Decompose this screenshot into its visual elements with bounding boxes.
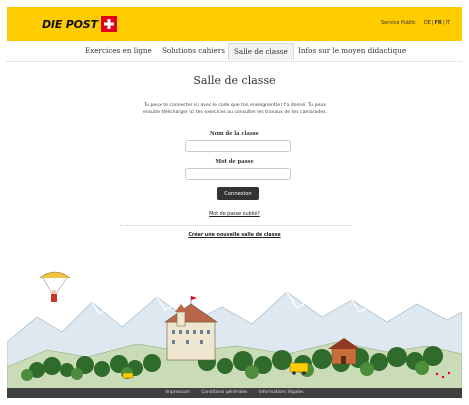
top-bar: DIE POST Service Public DE | FR | IT — [7, 7, 462, 41]
page-title: Salle de classe — [193, 74, 276, 87]
utility-links: Service Public DE | FR | IT — [381, 20, 450, 26]
intro-line-1: Tu peux te connecter ici avec le code qu… — [144, 103, 326, 108]
impressum-link[interactable]: Impressum — [165, 390, 189, 395]
footer-links: Impressum Conditions générales Informati… — [7, 390, 462, 395]
service-public-link[interactable]: Service Public — [381, 20, 416, 26]
lang-it[interactable]: IT — [445, 20, 450, 26]
nav-salle-de-classe[interactable]: Salle de classe — [228, 43, 294, 60]
lang-separator: | — [442, 20, 445, 26]
page: DIE POST Service Public DE | FR | IT Exe… — [7, 7, 462, 398]
legal-info-link[interactable]: Informations légales — [259, 390, 304, 395]
swiss-cross-icon — [100, 16, 117, 32]
lang-de[interactable]: DE — [424, 20, 431, 26]
post-logo[interactable]: DIE POST — [42, 15, 117, 33]
password-input[interactable] — [185, 168, 291, 180]
paraglider — [39, 271, 71, 302]
lang-separator: | — [431, 20, 434, 26]
logo-text: DIE POST — [42, 17, 98, 31]
footer: Impressum Conditions générales Informati… — [7, 388, 462, 398]
conditions-link[interactable]: Conditions générales — [201, 390, 247, 395]
class-name-input[interactable] — [185, 140, 291, 152]
password-label: Mot de passe — [215, 159, 254, 165]
intro-line-2: ensuite télécharger ici tes exercices ou… — [143, 110, 327, 115]
class-name-label: Nom de la classe — [209, 131, 259, 137]
castle — [164, 296, 218, 361]
nav-solutions[interactable]: Solutions cahiers — [162, 46, 225, 55]
landscape-illustration — [7, 271, 462, 391]
login-button[interactable]: Connexion — [217, 187, 259, 200]
create-class-link[interactable]: Créer une nouvelle salle de classe — [7, 233, 462, 238]
lang-fr[interactable]: FR — [435, 20, 442, 26]
forgot-password-link[interactable]: Mot de passe oublié? — [7, 212, 462, 217]
divider — [120, 225, 352, 226]
nav-infos[interactable]: Infos sur le moyen didactique — [298, 46, 406, 55]
main-nav: Exercices en ligne Solutions cahiers Sal… — [7, 41, 462, 62]
intro-text: Tu peux te connecter ici avec le code qu… — [135, 102, 335, 116]
nav-exercices[interactable]: Exercices en ligne — [85, 46, 152, 55]
